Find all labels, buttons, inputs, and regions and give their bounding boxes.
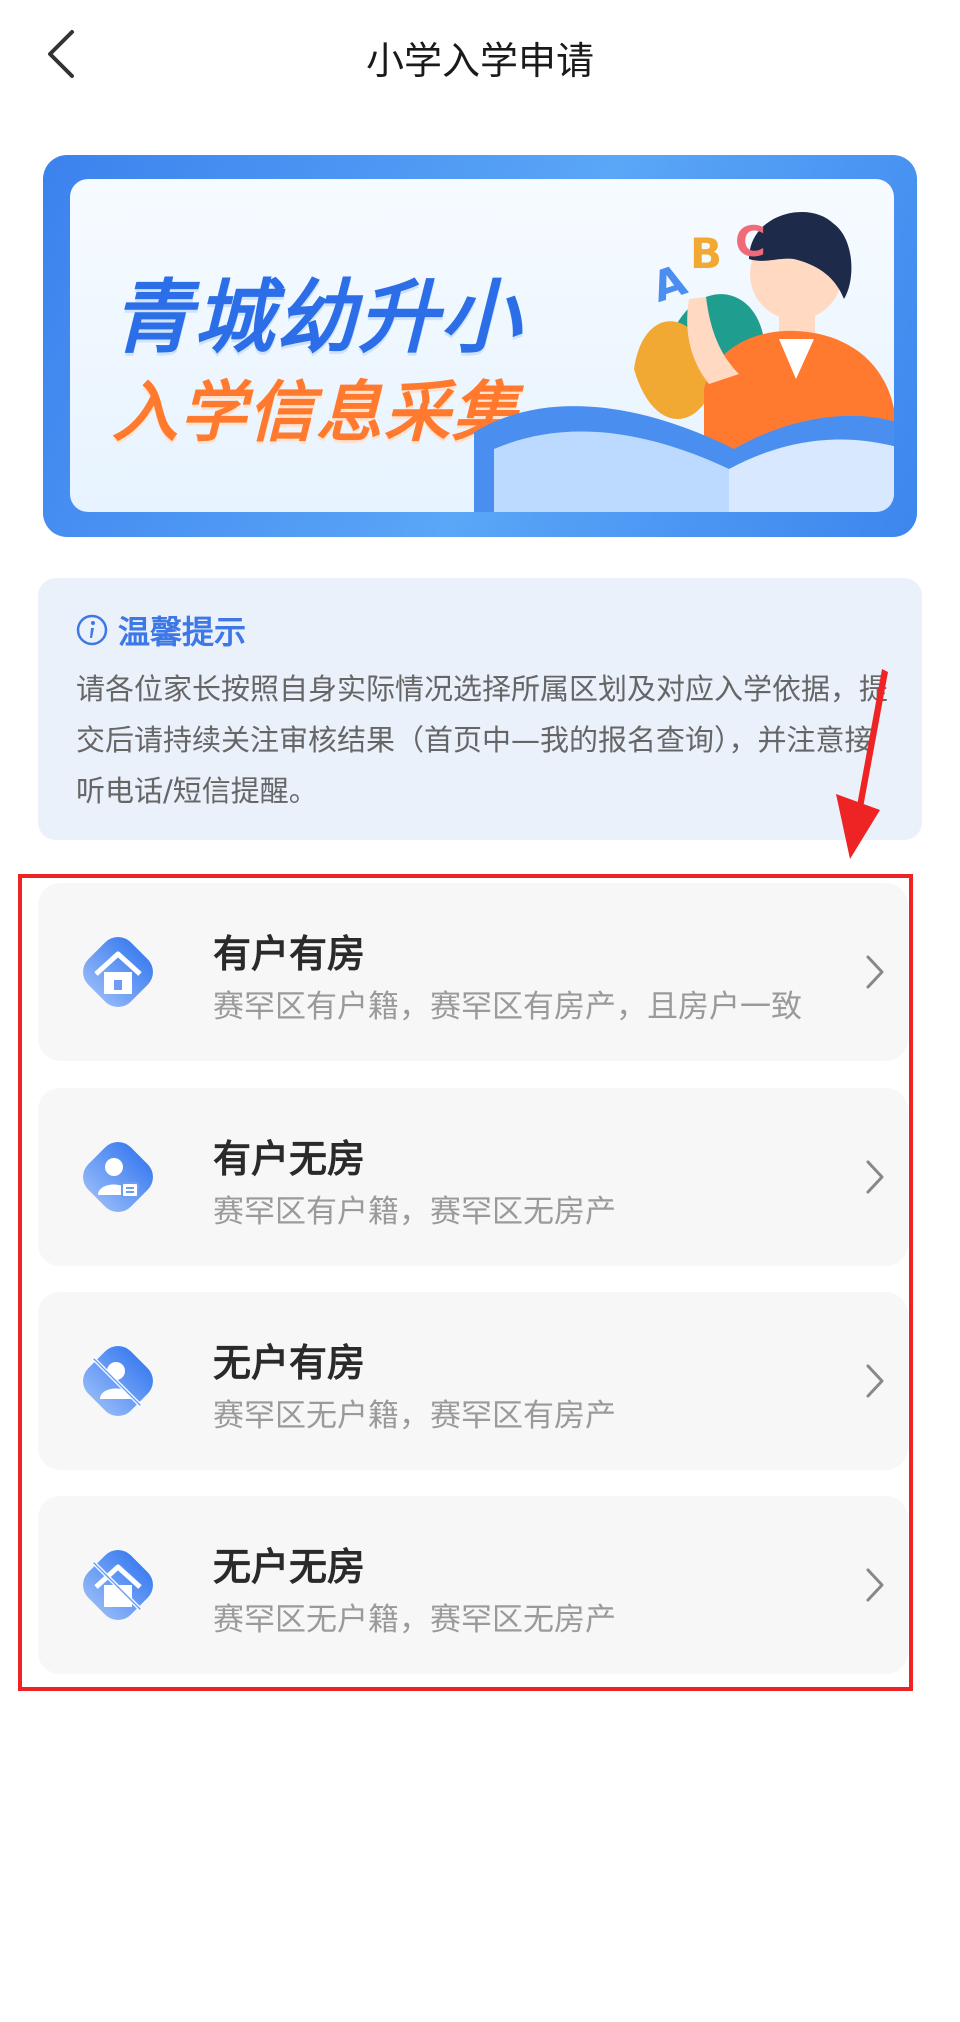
annotation-arrow xyxy=(836,669,888,859)
tip-box: 温馨提示 请各位家长按照自身实际情况选择所属区划及对应入学依据，提交后请持续关注… xyxy=(38,578,922,840)
option-description: 赛罕区有户籍，赛罕区有房产，且房户一致 xyxy=(213,989,802,1025)
banner-letter-c: C xyxy=(735,217,766,266)
chevron-right-icon xyxy=(866,1160,884,1194)
chevron-right-icon xyxy=(866,1364,884,1398)
option-card-no-household-house[interactable]: 无户有房 赛罕区无户籍，赛罕区有房产 xyxy=(38,1292,908,1470)
person-id-icon xyxy=(83,1142,153,1212)
banner-letter-b: B xyxy=(690,229,723,278)
option-card-household-no-house[interactable]: 有户无房 赛罕区有户籍，赛罕区无房产 xyxy=(38,1088,908,1266)
banner-subheadline: 入学信息采集 xyxy=(112,374,520,451)
info-icon xyxy=(76,614,108,646)
option-title: 无户无房 xyxy=(213,1545,366,1589)
chevron-right-icon xyxy=(866,955,884,989)
house-slash-icon xyxy=(83,1550,153,1620)
option-title: 有户无房 xyxy=(213,1137,366,1181)
banner-panel: 青城幼升小 入学信息采集 A B C xyxy=(70,179,894,512)
house-icon xyxy=(83,937,153,1007)
teacher-book-illustration xyxy=(474,211,894,512)
person-slash-icon xyxy=(83,1346,153,1416)
option-description: 赛罕区有户籍，赛罕区无房产 xyxy=(213,1194,616,1230)
option-description: 赛罕区无户籍，赛罕区无房产 xyxy=(213,1602,616,1638)
tip-header: 温馨提示 xyxy=(76,610,247,651)
tip-title: 温馨提示 xyxy=(118,613,247,651)
option-description: 赛罕区无户籍，赛罕区有房产 xyxy=(213,1398,616,1434)
option-card-no-household-no-house[interactable]: 无户无房 赛罕区无户籍，赛罕区无房产 xyxy=(38,1496,908,1674)
page-title: 小学入学申请 xyxy=(365,39,594,83)
option-title: 有户有房 xyxy=(213,932,366,976)
option-title: 无户有房 xyxy=(213,1341,366,1385)
top-bar: 小学入学申请 xyxy=(0,0,960,112)
banner-headline: 青城幼升小 xyxy=(112,271,522,364)
tip-text: 请各位家长按照自身实际情况选择所属区划及对应入学依据，提交后请持续关注审核结果（… xyxy=(76,672,889,808)
banner: 青城幼升小 入学信息采集 A B C xyxy=(43,155,917,537)
option-card-household-house[interactable]: 有户有房 赛罕区有户籍，赛罕区有房产，且房户一致 xyxy=(38,883,908,1061)
chevron-right-icon xyxy=(866,1568,884,1602)
